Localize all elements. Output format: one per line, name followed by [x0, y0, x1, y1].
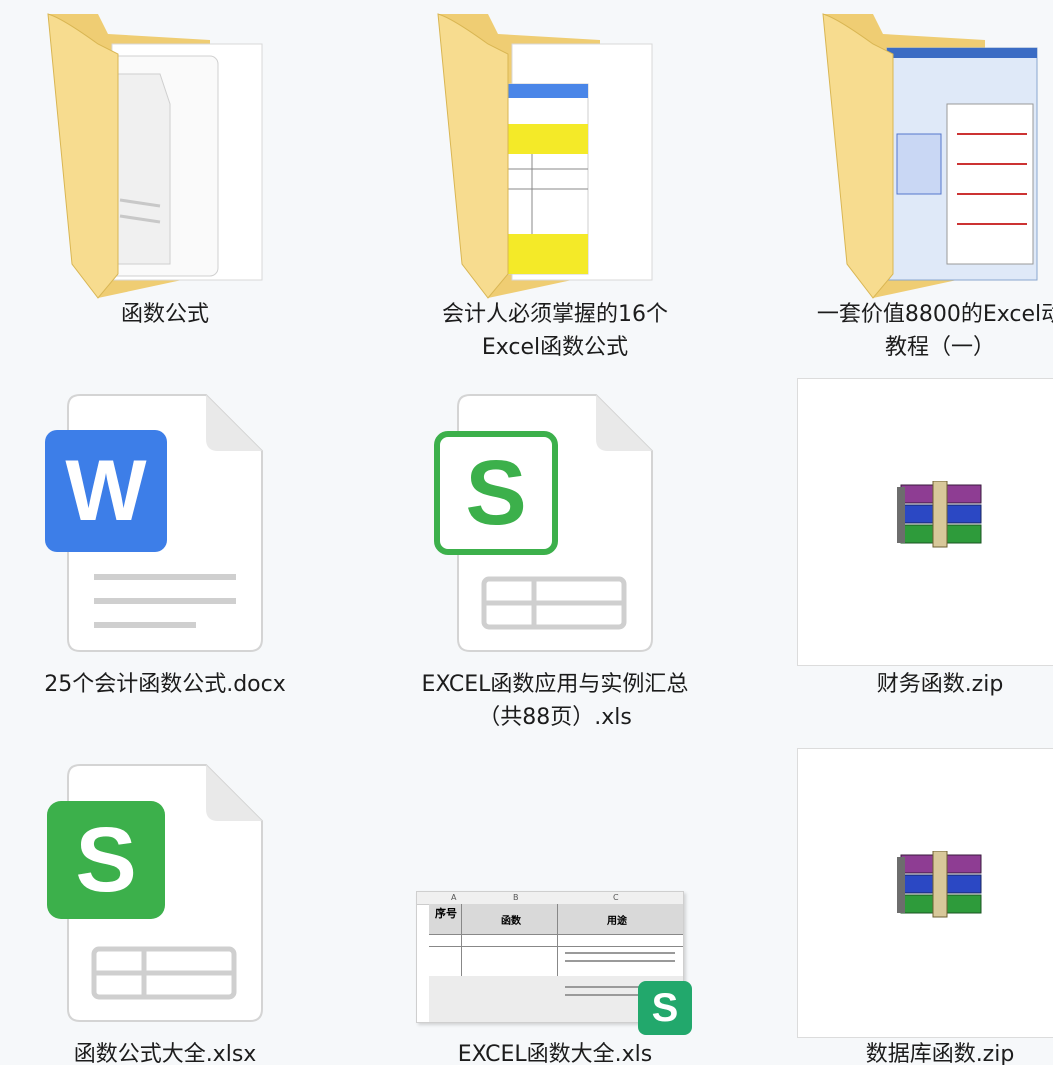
file-name: 财务函数.zip	[876, 672, 1004, 697]
winrar-archive-icon	[897, 481, 982, 548]
file-name: 会计人必须掌握的16个 Excel函数公式	[442, 302, 668, 360]
folder-item[interactable]: 函数公式	[20, 0, 310, 370]
word-icon: W	[45, 430, 167, 552]
folder-icon	[47, 13, 263, 299]
spreadsheet-icon: S	[434, 431, 558, 555]
file-name: EXCEL函数大全.xls	[457, 1042, 653, 1065]
folder-icon	[437, 13, 653, 299]
column-header: 函数	[501, 916, 521, 927]
column-letter: C	[613, 893, 619, 902]
file-name: 25个会计函数公式.docx	[44, 672, 286, 697]
file-item[interactable]: 财务函数.zip	[795, 378, 1053, 728]
file-name: 数据库函数.zip	[865, 1042, 1015, 1065]
column-header: 序号	[435, 907, 457, 920]
file-name: 函数公式	[120, 302, 209, 327]
folder-item[interactable]: 会计人必须掌握的16个 Excel函数公式	[410, 0, 700, 370]
column-header: 用途	[607, 916, 627, 927]
spreadsheet-badge-icon: S	[638, 981, 692, 1035]
file-name: EXCEL函数应用与实例汇总 （共88页）.xls	[421, 672, 689, 730]
file-item[interactable]: S EXCEL函数应用与实例汇总 （共88页）.xls	[410, 385, 700, 735]
winrar-archive-icon	[897, 851, 982, 918]
file-item[interactable]: S 函数公式大全.xlsx	[20, 755, 310, 1065]
file-name: 函数公式大全.xlsx	[73, 1042, 257, 1065]
file-item[interactable]: A B C 序号 函数 用途 S EXCEL函数大全.xls	[410, 755, 700, 1065]
folder-item[interactable]: 一套价值8800的Excel动 教程（一）	[795, 0, 1053, 370]
folder-icon	[822, 13, 1038, 299]
column-letter: A	[451, 893, 457, 902]
column-letter: B	[513, 893, 519, 902]
file-item[interactable]: W 25个会计函数公式.docx	[20, 385, 310, 735]
file-item[interactable]: 数据库函数.zip	[795, 748, 1053, 1065]
spreadsheet-icon: S	[47, 801, 165, 919]
file-name: 一套价值8800的Excel动 教程（一）	[816, 302, 1053, 360]
